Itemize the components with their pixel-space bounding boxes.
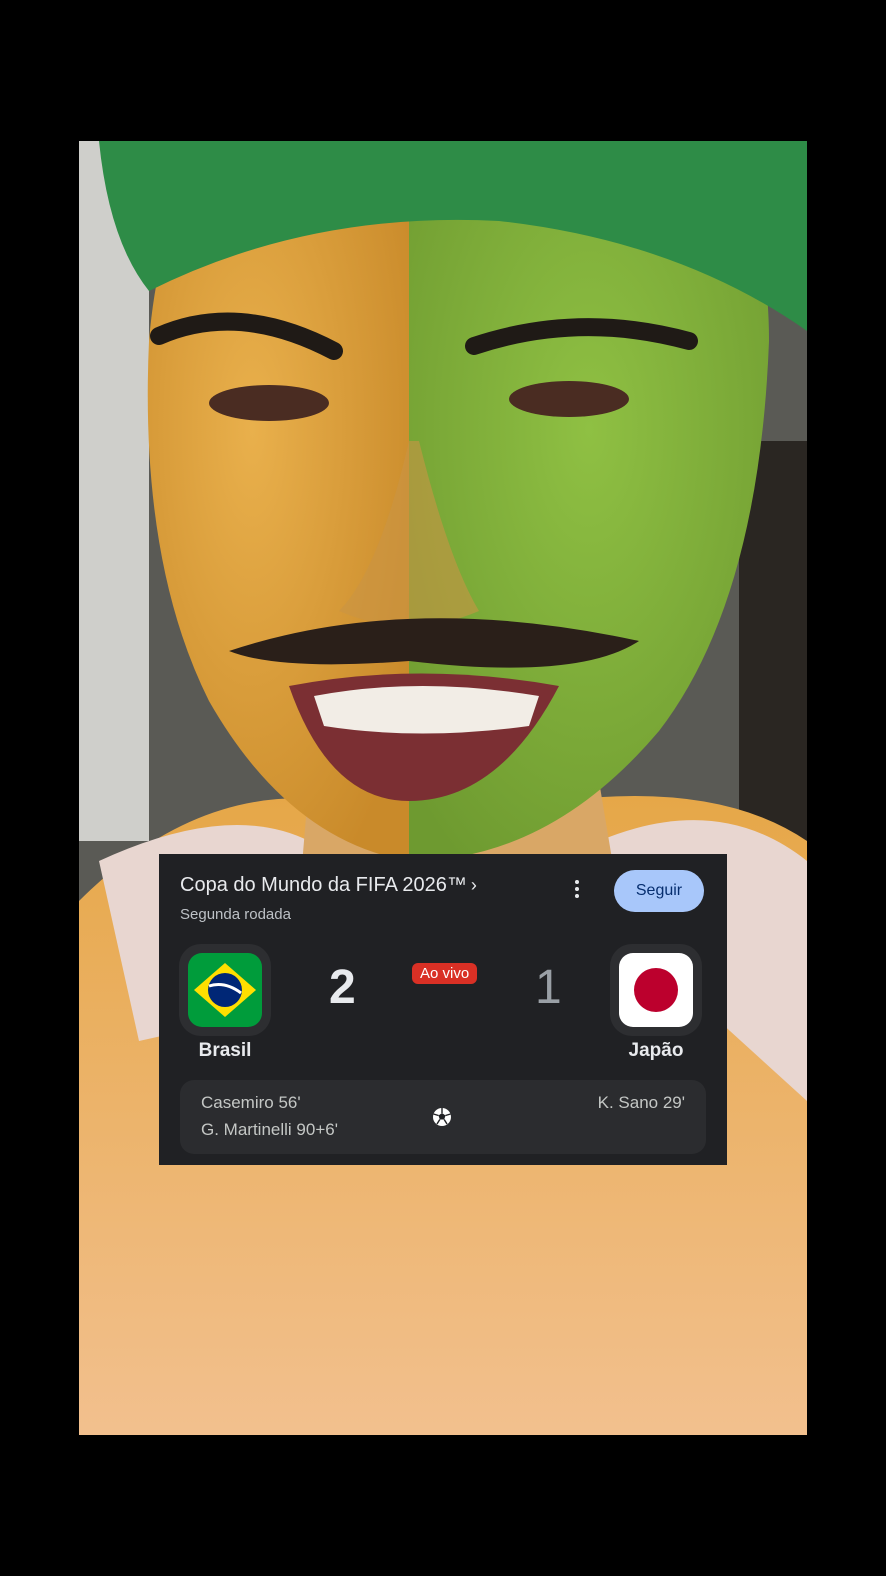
home-team-logo[interactable] bbox=[179, 944, 271, 1036]
away-scorer: K. Sano 29' bbox=[597, 1093, 685, 1112]
fan-photo bbox=[79, 141, 807, 1435]
home-scorer: Casemiro 56' bbox=[201, 1093, 301, 1112]
more-vert-icon bbox=[575, 880, 579, 884]
match-score-card[interactable]: Copa do Mundo da FIFA 2026™ › Segunda rod… bbox=[159, 854, 727, 1165]
chevron-right-icon: › bbox=[470, 875, 477, 895]
competition-link[interactable]: Copa do Mundo da FIFA 2026™ › bbox=[180, 874, 477, 897]
more-options-button[interactable] bbox=[565, 874, 589, 904]
goal-events-panel[interactable]: Casemiro 56' G. Martinelli 90+6' K. Sano… bbox=[180, 1080, 706, 1154]
away-team-name[interactable]: Japão bbox=[610, 1040, 702, 1062]
japan-flag-icon bbox=[619, 953, 693, 1027]
follow-button[interactable]: Seguir bbox=[614, 870, 704, 912]
home-team-name[interactable]: Brasil bbox=[179, 1040, 271, 1062]
home-scorer: G. Martinelli 90+6' bbox=[201, 1120, 338, 1139]
home-score: 2 bbox=[329, 961, 356, 1014]
away-score: 1 bbox=[535, 961, 562, 1014]
brazil-flag-icon bbox=[188, 953, 262, 1027]
live-status-badge: Ao vivo bbox=[412, 963, 478, 984]
round-label: Segunda rodada bbox=[180, 906, 291, 923]
competition-title: Copa do Mundo da FIFA 2026™ bbox=[180, 874, 467, 896]
soccer-ball-icon bbox=[433, 1108, 451, 1126]
away-team-logo[interactable] bbox=[610, 944, 702, 1036]
